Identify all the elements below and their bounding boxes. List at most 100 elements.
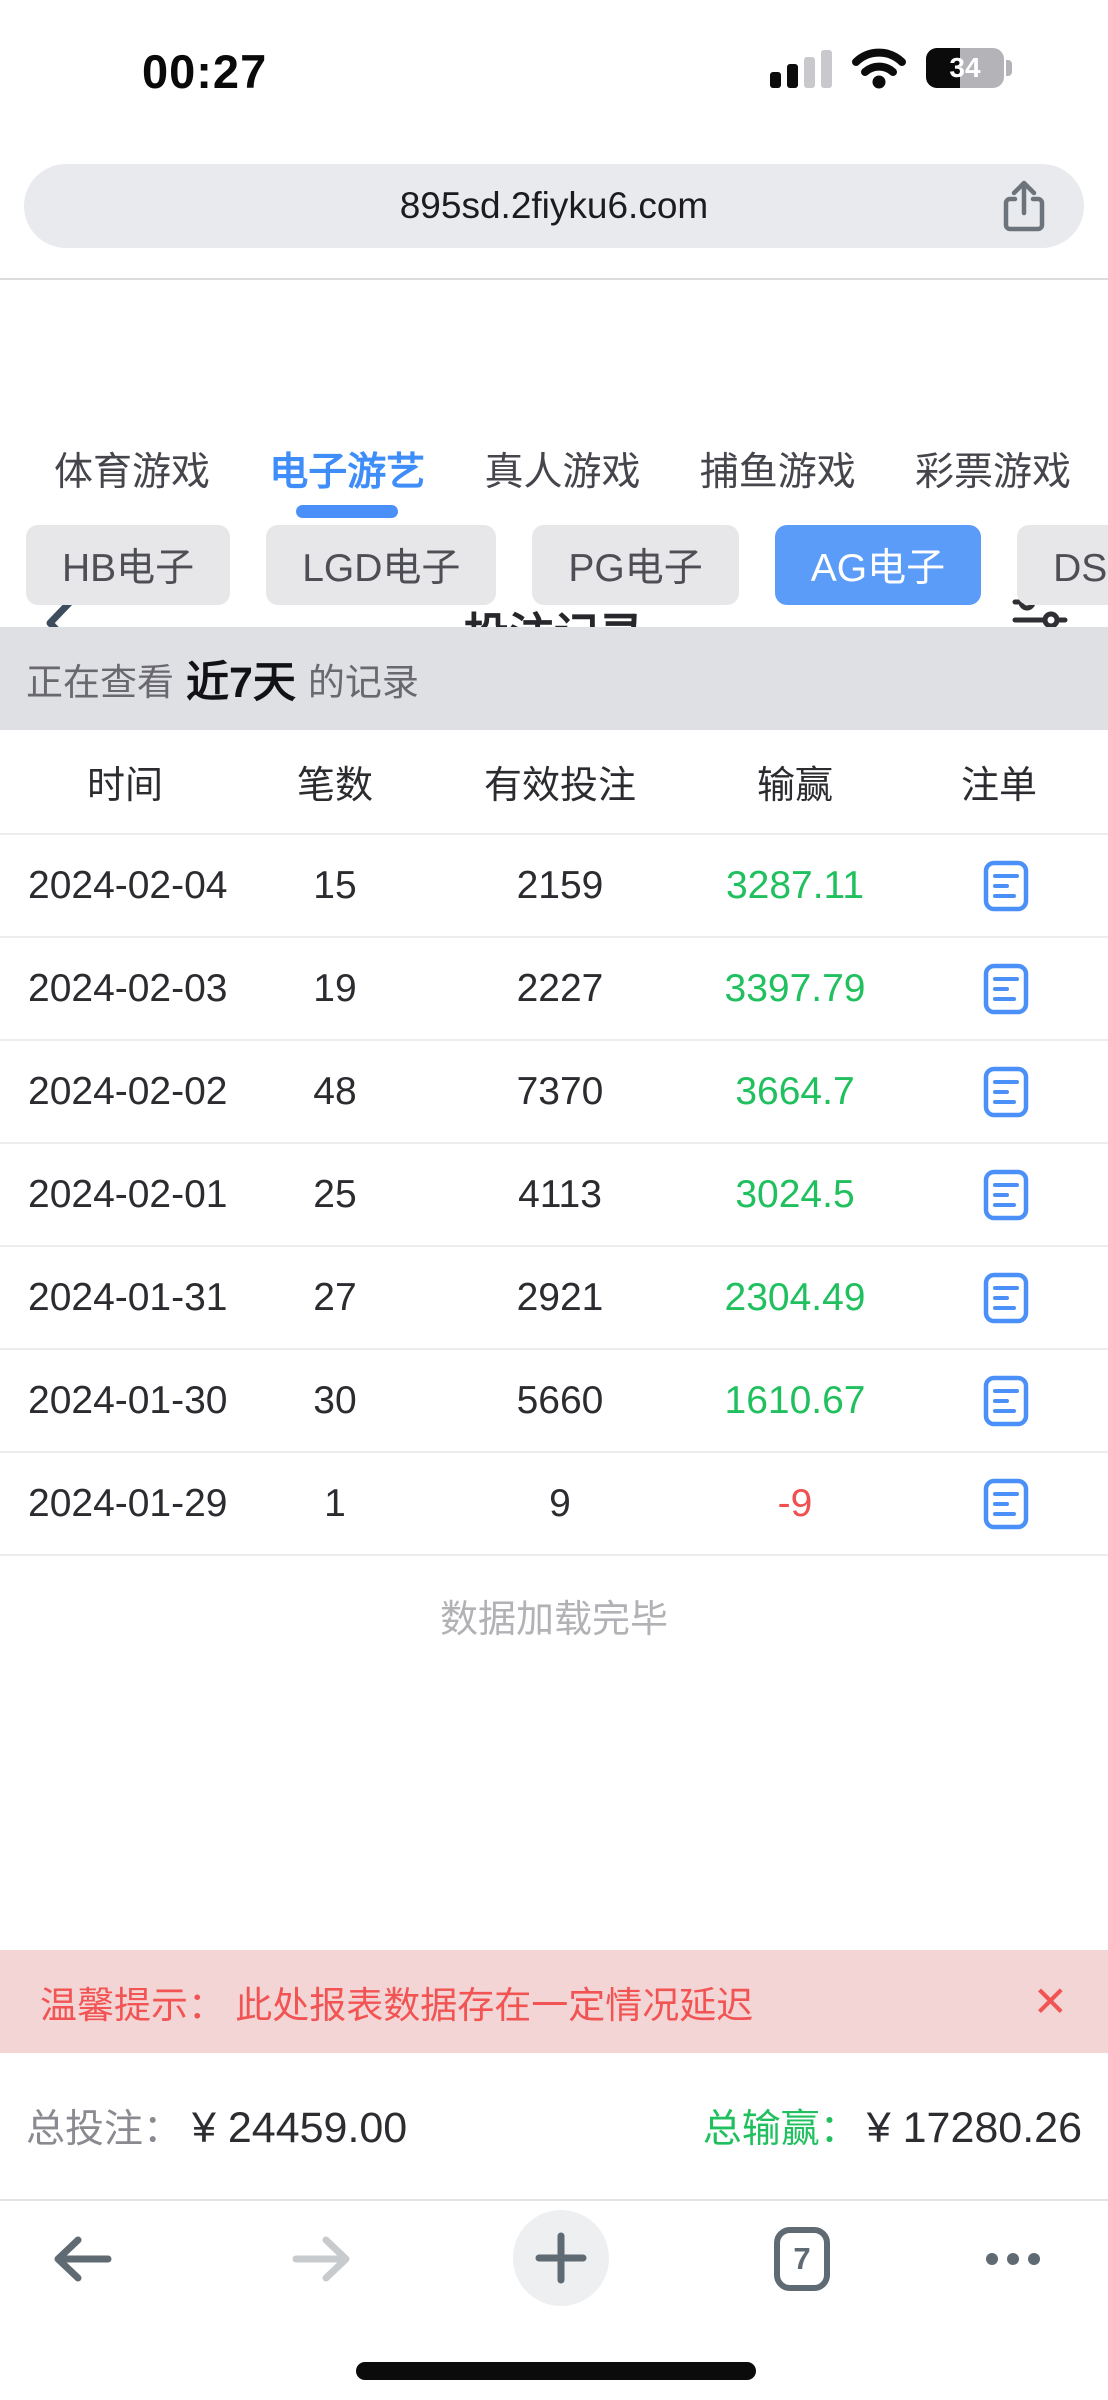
cell-ticket (890, 1272, 1108, 1324)
cell-count: 1 (250, 1482, 420, 1526)
url-bar[interactable]: 895sd.2fiyku6.com (24, 164, 1084, 248)
cell-date: 2024-01-29 (0, 1482, 250, 1526)
nav-forward-icon[interactable] (290, 2233, 354, 2285)
table-header: 时间 笔数 有效投注 输赢 注单 (0, 730, 1108, 835)
table-row: 2024-02-03 19 2227 3397.79 (0, 938, 1108, 1041)
banner-suffix: 的记录 (308, 652, 419, 706)
provider-chips: HB电子 LGD电子 PG电子 AG电子 DS电子 (0, 525, 1108, 605)
cell-valid-bet: 7370 (420, 1070, 700, 1114)
banner-prefix: 正在查看 (26, 652, 174, 706)
wifi-icon (852, 47, 906, 89)
cell-ticket (890, 1169, 1108, 1221)
chip-pg[interactable]: PG电子 (532, 525, 738, 605)
cell-date: 2024-01-30 (0, 1379, 250, 1423)
table-row: 2024-02-02 48 7370 3664.7 (0, 1041, 1108, 1144)
cell-valid-bet: 9 (420, 1482, 700, 1526)
ticket-doc-icon[interactable] (983, 1066, 1029, 1118)
tab-count: 7 (793, 2241, 810, 2277)
cell-ticket (890, 963, 1108, 1015)
cell-valid-bet: 2227 (420, 967, 700, 1011)
tab-lottery[interactable]: 彩票游戏 (915, 420, 1071, 518)
plus-icon (535, 2232, 587, 2284)
ticket-doc-icon[interactable] (983, 860, 1029, 912)
cell-count: 15 (250, 864, 420, 908)
col-header-ticket: 注单 (890, 754, 1108, 809)
chip-hb[interactable]: HB电子 (26, 525, 230, 605)
cell-count: 19 (250, 967, 420, 1011)
cell-count: 30 (250, 1379, 420, 1423)
cell-ticket (890, 1375, 1108, 1427)
tab-live[interactable]: 真人游戏 (484, 420, 640, 518)
ticket-doc-icon[interactable] (983, 963, 1029, 1015)
cell-date: 2024-02-02 (0, 1070, 250, 1114)
range-banner: 正在查看 近7天 的记录 (0, 627, 1108, 730)
col-header-valid-bet: 有效投注 (420, 754, 700, 809)
total-win-label: 总输赢： (703, 2098, 859, 2154)
chip-lgd[interactable]: LGD电子 (266, 525, 496, 605)
totals-bar: 总投注： ¥ 24459.00 总输赢： ¥ 17280.26 (0, 2053, 1108, 2199)
cell-valid-bet: 2159 (420, 864, 700, 908)
cell-valid-bet: 5660 (420, 1379, 700, 1423)
cell-date: 2024-01-31 (0, 1276, 250, 1320)
cell-date: 2024-02-01 (0, 1173, 250, 1217)
table-row: 2024-02-01 25 4113 3024.5 (0, 1144, 1108, 1247)
clock: 00:27 (142, 44, 267, 99)
page-header: 投注记录 (0, 280, 1108, 420)
col-header-time: 时间 (0, 754, 250, 809)
ticket-doc-icon[interactable] (983, 1272, 1029, 1324)
table-row: 2024-01-31 27 2921 2304.49 (0, 1247, 1108, 1350)
table-row: 2024-02-04 15 2159 3287.11 (0, 835, 1108, 938)
records-table: 时间 笔数 有效投注 输赢 注单 2024-02-04 15 2159 3287… (0, 730, 1108, 1556)
status-icons: 34 (770, 46, 1012, 90)
ticket-doc-icon[interactable] (983, 1375, 1029, 1427)
total-win: 总输赢： ¥ 17280.26 (703, 2098, 1082, 2154)
tab-electronic[interactable]: 电子游艺 (269, 420, 425, 518)
status-bar: 00:27 34 (0, 0, 1108, 130)
cell-ticket (890, 1478, 1108, 1530)
table-row: 2024-01-29 1 9 -9 (0, 1453, 1108, 1556)
col-header-count: 笔数 (250, 754, 420, 809)
cell-win-loss: 3024.5 (700, 1173, 890, 1217)
battery-percent: 34 (926, 48, 1004, 88)
close-icon[interactable]: ✕ (1033, 1981, 1068, 2023)
total-win-value: ¥ 17280.26 (867, 2104, 1082, 2153)
cell-valid-bet: 4113 (420, 1173, 700, 1217)
cell-count: 25 (250, 1173, 420, 1217)
chip-ag[interactable]: AG电子 (775, 525, 981, 605)
cell-date: 2024-02-03 (0, 967, 250, 1011)
warning-text: 温馨提示： 此处报表数据存在一定情况延迟 (40, 1975, 753, 2029)
cell-ticket (890, 1066, 1108, 1118)
cell-win-loss: 3397.79 (700, 967, 890, 1011)
more-menu-icon[interactable] (986, 2253, 1040, 2265)
banner-range: 近7天 (186, 648, 296, 710)
url-text[interactable]: 895sd.2fiyku6.com (24, 164, 1084, 248)
table-row: 2024-01-30 30 5660 1610.67 (0, 1350, 1108, 1453)
share-icon[interactable] (1000, 180, 1048, 234)
cell-date: 2024-02-04 (0, 864, 250, 908)
cell-ticket (890, 860, 1108, 912)
cell-win-loss: 3287.11 (700, 864, 890, 908)
game-type-tabs: 体育游戏 电子游艺 真人游戏 捕鱼游戏 彩票游戏 (0, 420, 1108, 518)
cell-win-loss: 2304.49 (700, 1276, 890, 1320)
tab-sports[interactable]: 体育游戏 (54, 420, 210, 518)
chip-ds[interactable]: DS电子 (1017, 525, 1108, 605)
tab-counter-button[interactable]: 7 (774, 2227, 830, 2291)
cell-win-loss: 3664.7 (700, 1070, 890, 1114)
ticket-doc-icon[interactable] (983, 1169, 1029, 1221)
cell-count: 48 (250, 1070, 420, 1114)
total-bet-value: ¥ 24459.00 (192, 2104, 407, 2153)
battery-icon: 34 (926, 48, 1012, 88)
ticket-doc-icon[interactable] (983, 1478, 1029, 1530)
cell-win-loss: 1610.67 (700, 1379, 890, 1423)
total-bet-label: 总投注： (26, 2098, 182, 2154)
tab-fishing[interactable]: 捕鱼游戏 (700, 420, 856, 518)
cell-count: 27 (250, 1276, 420, 1320)
load-complete-text: 数据加载完毕 (0, 1588, 1108, 1643)
cell-valid-bet: 2921 (420, 1276, 700, 1320)
total-bet: 总投注： ¥ 24459.00 (26, 2098, 407, 2154)
cell-win-loss: -9 (700, 1482, 890, 1526)
new-tab-button[interactable] (513, 2210, 609, 2306)
home-indicator (356, 2362, 756, 2380)
col-header-win-loss: 输赢 (700, 754, 890, 809)
nav-back-icon[interactable] (50, 2233, 114, 2285)
